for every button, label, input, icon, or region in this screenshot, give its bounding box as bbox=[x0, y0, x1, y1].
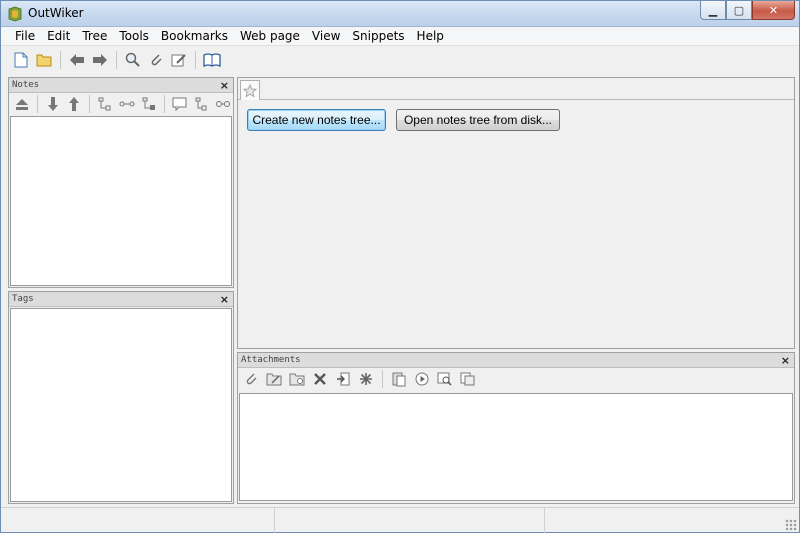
tags-pane-title: Tags bbox=[12, 294, 34, 304]
status-bar bbox=[1, 507, 799, 533]
move-down-icon[interactable] bbox=[43, 94, 63, 114]
title-bar[interactable]: OutWiker ▁ ▢ ✕ bbox=[1, 1, 799, 27]
menu-bookmarks[interactable]: Bookmarks bbox=[155, 27, 234, 46]
menu-bar: File Edit Tree Tools Bookmarks Web page … bbox=[1, 27, 799, 46]
menu-help[interactable]: Help bbox=[411, 27, 450, 46]
attachments-pane-title: Attachments bbox=[241, 355, 301, 365]
add-sibling-note-icon[interactable] bbox=[117, 94, 137, 114]
outwiker-logo-icon bbox=[8, 6, 22, 22]
back-arrow-icon[interactable] bbox=[67, 50, 87, 70]
toolbar-separator bbox=[195, 51, 196, 69]
status-cell-3 bbox=[545, 508, 797, 533]
attachments-toolbar bbox=[238, 368, 794, 390]
close-window-button[interactable]: ✕ bbox=[752, 1, 795, 20]
toolbar-separator bbox=[116, 51, 117, 69]
toolbar-separator bbox=[36, 95, 38, 113]
main-toolbar bbox=[1, 47, 799, 73]
comment-icon[interactable] bbox=[170, 94, 190, 114]
toolbar-separator bbox=[382, 370, 383, 388]
toolbar-separator bbox=[89, 95, 91, 113]
execute-icon[interactable] bbox=[412, 369, 432, 389]
maximize-icon: ▢ bbox=[733, 3, 745, 17]
notes-pane-header: Notes × bbox=[9, 78, 233, 93]
menu-tools[interactable]: Tools bbox=[113, 27, 155, 46]
attachments-pane-header: Attachments × bbox=[238, 353, 794, 368]
attachments-pane: Attachments × bbox=[237, 352, 795, 504]
notes-pane-title: Notes bbox=[12, 80, 40, 90]
menu-web-page[interactable]: Web page bbox=[234, 27, 306, 46]
forward-arrow-icon[interactable] bbox=[90, 50, 110, 70]
attach-file-icon[interactable] bbox=[241, 369, 261, 389]
menu-tree[interactable]: Tree bbox=[76, 27, 113, 46]
copy-path-icon[interactable] bbox=[458, 369, 478, 389]
window-controls: ▁ ▢ ✕ bbox=[700, 1, 795, 21]
add-child-note-icon[interactable] bbox=[95, 94, 115, 114]
tags-pane-close-button[interactable]: × bbox=[220, 292, 229, 307]
create-notes-tree-button[interactable]: Create new notes tree... bbox=[247, 109, 386, 131]
minimize-button[interactable]: ▁ bbox=[700, 1, 726, 20]
rename-note-icon[interactable] bbox=[139, 94, 159, 114]
status-cell-2 bbox=[275, 508, 545, 533]
tree-branch-icon[interactable] bbox=[191, 94, 211, 114]
eject-icon[interactable] bbox=[12, 94, 32, 114]
tags-pane: Tags × bbox=[8, 291, 234, 504]
book-icon[interactable] bbox=[202, 50, 222, 70]
search-icon[interactable] bbox=[123, 50, 143, 70]
close-icon: ✕ bbox=[768, 3, 779, 17]
attachments-list[interactable] bbox=[239, 393, 793, 501]
star-icon bbox=[243, 83, 257, 98]
new-notes-tree-icon[interactable] bbox=[11, 50, 31, 70]
toolbar-separator bbox=[60, 51, 61, 69]
menu-view[interactable]: View bbox=[306, 27, 346, 46]
tags-cloud[interactable] bbox=[10, 308, 232, 502]
view-attach-icon[interactable] bbox=[435, 369, 455, 389]
attach-edit-icon[interactable] bbox=[264, 369, 284, 389]
notes-pane: Notes × bbox=[8, 77, 234, 288]
paste-icon[interactable] bbox=[389, 369, 409, 389]
menu-file[interactable]: File bbox=[9, 27, 41, 46]
minimize-icon: ▁ bbox=[708, 3, 718, 17]
notes-pane-close-button[interactable]: × bbox=[220, 78, 229, 93]
editor-area: Create new notes tree... Open notes tree… bbox=[237, 77, 795, 349]
edit-icon[interactable] bbox=[169, 50, 189, 70]
open-notes-tree-button[interactable]: Open notes tree from disk... bbox=[396, 109, 560, 131]
menu-edit[interactable]: Edit bbox=[41, 27, 76, 46]
open-attach-folder-icon[interactable] bbox=[287, 369, 307, 389]
maximize-button[interactable]: ▢ bbox=[726, 1, 752, 20]
notes-tree[interactable] bbox=[10, 116, 232, 286]
attachments-pane-close-button[interactable]: × bbox=[781, 353, 790, 368]
refresh-icon[interactable] bbox=[356, 369, 376, 389]
bookmarks-tab-strip bbox=[238, 78, 794, 100]
toolbar-separator bbox=[163, 95, 165, 113]
menu-snippets[interactable]: Snippets bbox=[346, 27, 410, 46]
bookmark-tab[interactable] bbox=[240, 80, 260, 100]
remove-attach-icon[interactable] bbox=[310, 369, 330, 389]
attach-icon[interactable] bbox=[146, 50, 166, 70]
notes-toolbar bbox=[9, 93, 233, 115]
move-up-icon[interactable] bbox=[65, 94, 85, 114]
tags-pane-header: Tags × bbox=[9, 292, 233, 307]
open-folder-icon[interactable] bbox=[34, 50, 54, 70]
window-title: OutWiker bbox=[28, 6, 84, 20]
status-cell-1 bbox=[1, 508, 275, 533]
app-window: OutWiker ▁ ▢ ✕ File Edit Tree Tools Book… bbox=[0, 0, 800, 533]
link-notes-icon[interactable] bbox=[213, 94, 233, 114]
insert-link-icon[interactable] bbox=[333, 369, 353, 389]
resize-grip[interactable] bbox=[785, 519, 797, 531]
